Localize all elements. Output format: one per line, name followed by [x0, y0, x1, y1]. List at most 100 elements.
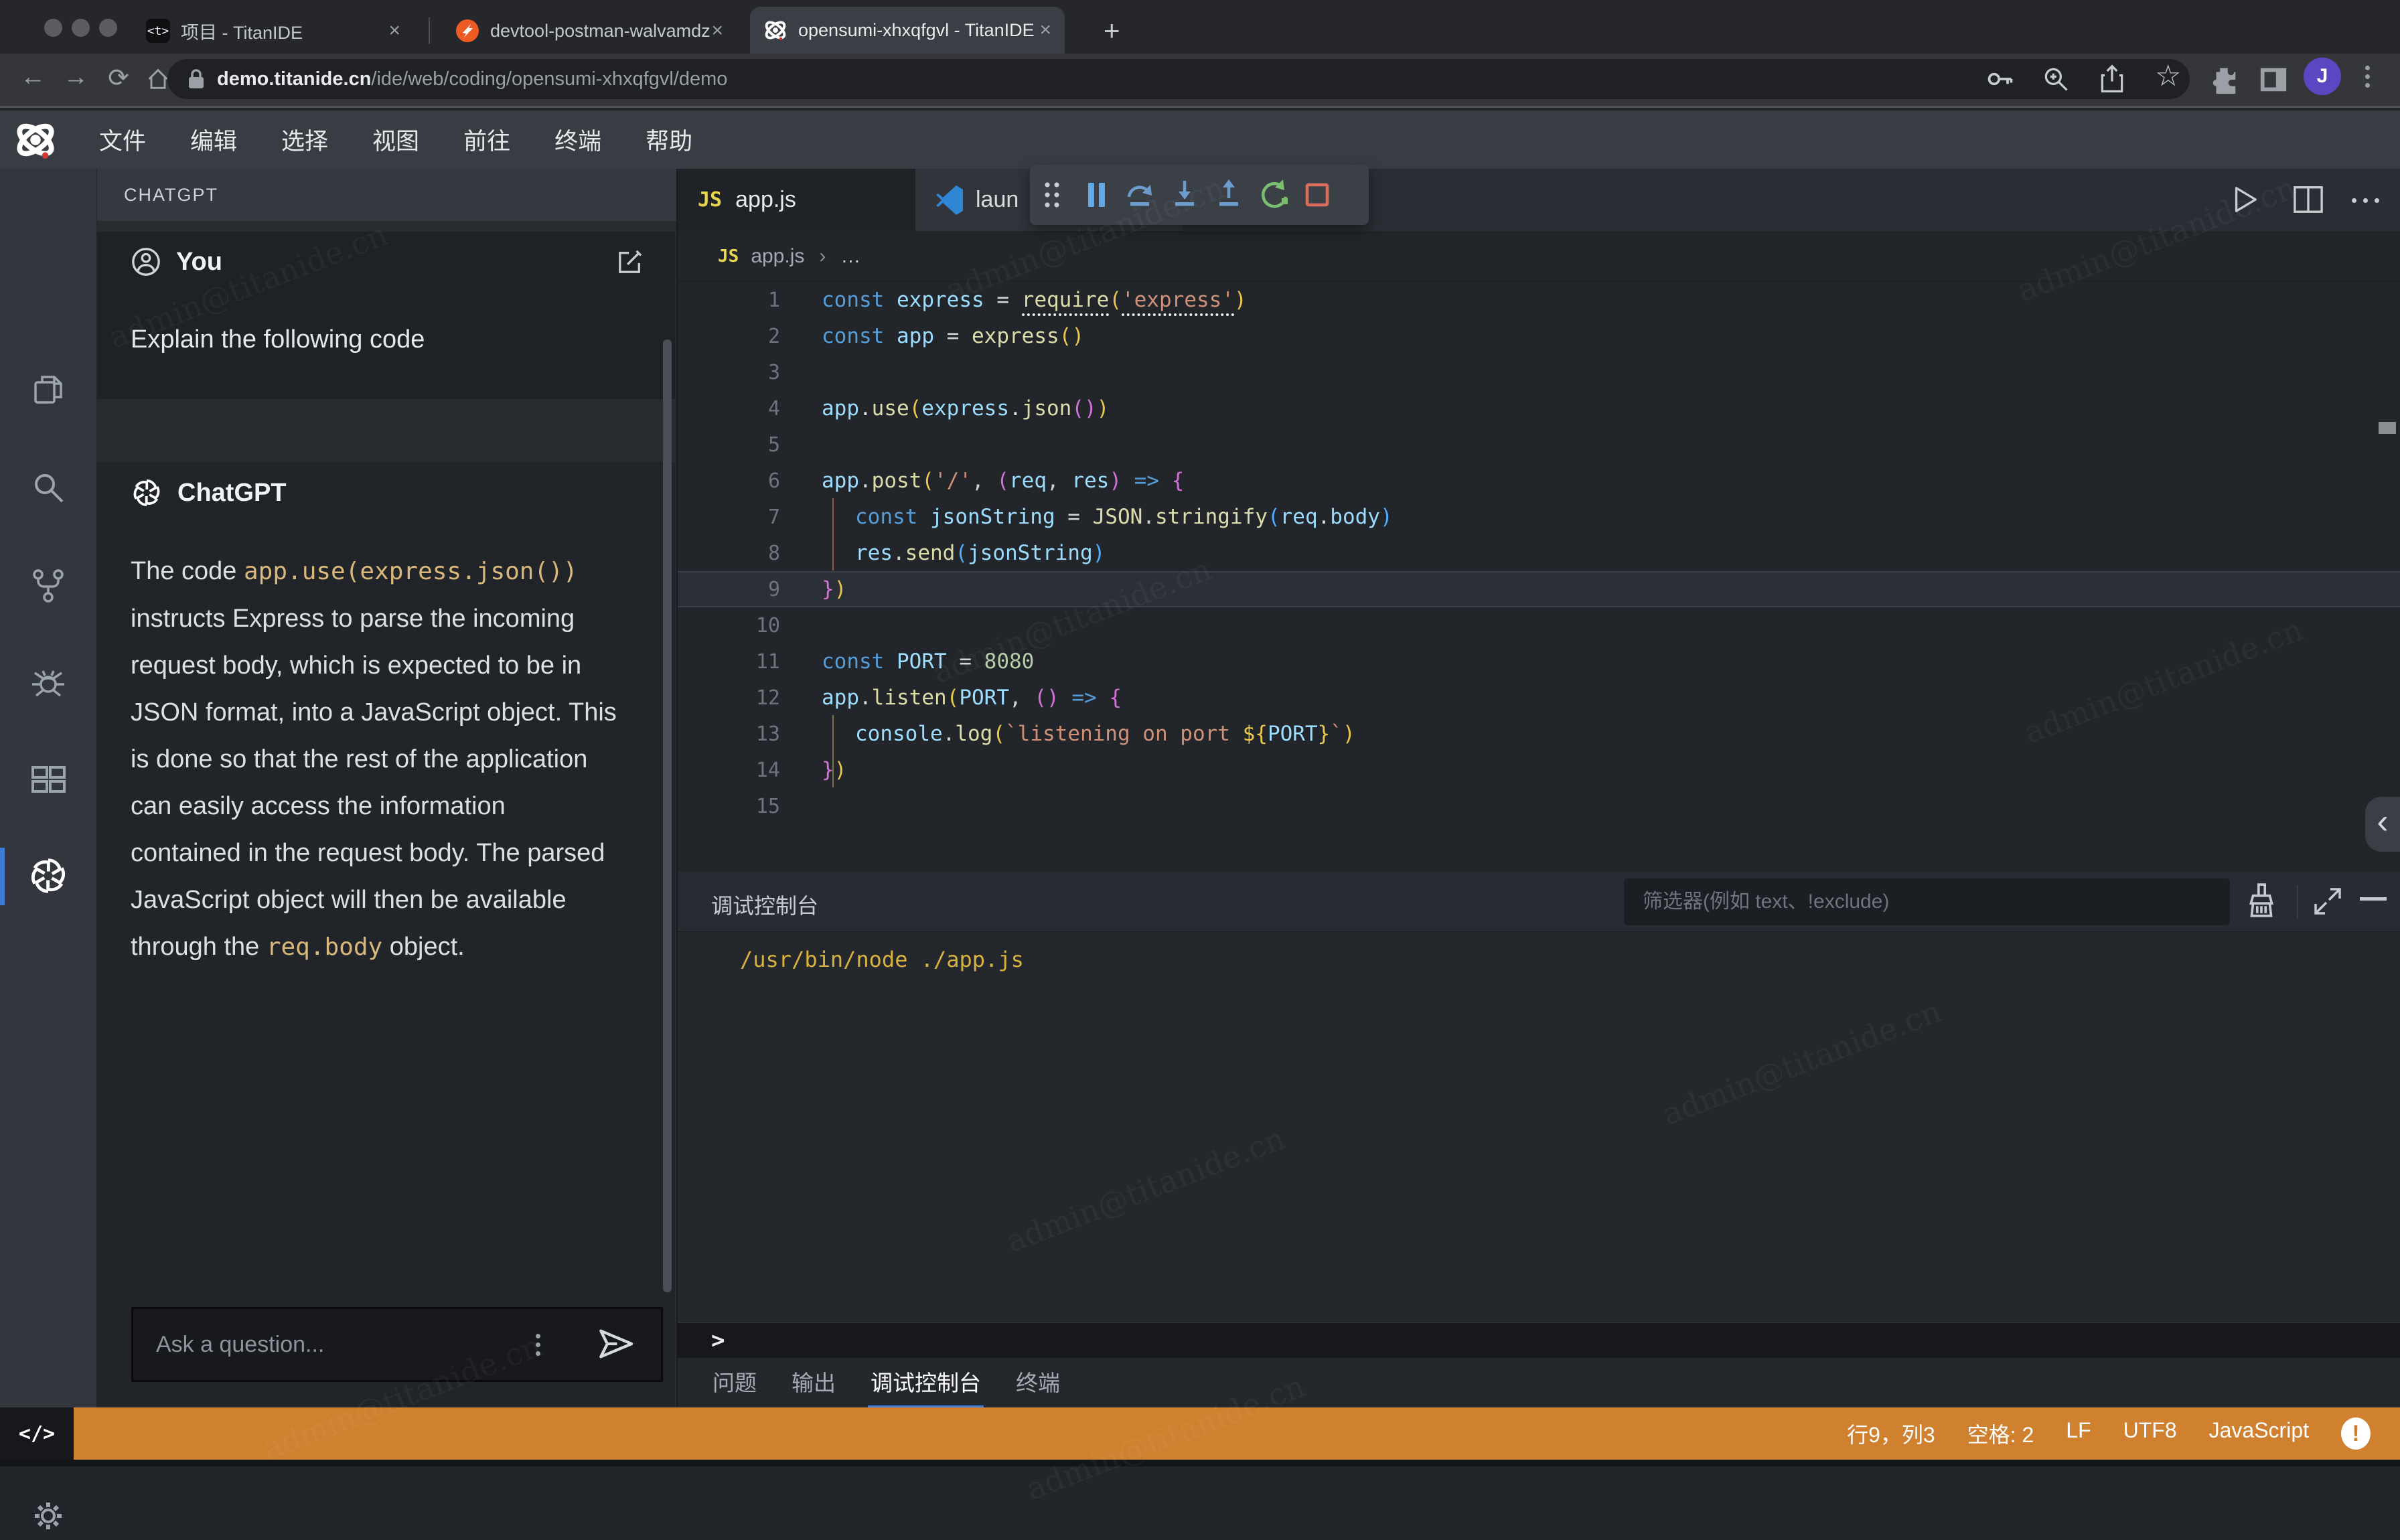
zoom-search-icon[interactable] [2041, 64, 2071, 94]
back-icon[interactable]: ← [16, 63, 50, 92]
explorer-files-icon[interactable] [24, 366, 72, 414]
debug-repl-row[interactable]: > [678, 1322, 2400, 1358]
panel-tab-problems[interactable]: 问题 [712, 1356, 757, 1409]
code-line[interactable]: 5 [678, 427, 2400, 463]
code-line[interactable]: 1const express = require('express') [678, 282, 2400, 318]
tab-close-icon[interactable]: × [388, 19, 400, 42]
avatar[interactable]: J [2304, 58, 2341, 95]
menu-item-selection[interactable]: 选择 [281, 123, 328, 157]
browser-tab-2[interactable]: devtool-postman-walvamdz - T × [442, 8, 737, 54]
debug-step-out-icon[interactable] [1207, 173, 1251, 217]
reload-icon[interactable]: ⟳ [102, 63, 135, 93]
browser-menu-kebab-icon[interactable] [2365, 62, 2370, 92]
warning-icon[interactable]: ! [2341, 1417, 2371, 1450]
menu-item-go[interactable]: 前往 [463, 123, 510, 157]
code-line[interactable]: 9}) [678, 571, 2400, 607]
edit-message-icon[interactable] [617, 249, 643, 275]
panel-tab-debug-console[interactable]: 调试控制台 [871, 1356, 981, 1409]
code-line[interactable]: 14}) [678, 752, 2400, 788]
toolbar-drag-handle[interactable] [1030, 173, 1074, 217]
url-path: /ide/web/coding/opensumi-xhxqfgvl/demo [371, 68, 727, 90]
extensions-puzzle-icon[interactable] [2208, 64, 2239, 95]
code-line[interactable]: 3 [678, 354, 2400, 390]
code-line[interactable]: 7 const jsonString = JSON.stringify(req.… [678, 499, 2400, 535]
menu-item-file[interactable]: 文件 [99, 123, 146, 157]
extensions-icon[interactable] [24, 755, 72, 803]
chat-scrollbar-thumb[interactable] [663, 339, 672, 1292]
code-line[interactable]: 2const app = express() [678, 318, 2400, 354]
code-block-icon[interactable]: </> [0, 1407, 74, 1460]
chatgpt-logo-icon [131, 477, 163, 509]
code-line[interactable]: 4app.use(express.json()) [678, 390, 2400, 427]
code-line[interactable]: 12app.listen(PORT, () => { [678, 680, 2400, 716]
browser-tab-title: opensumi-xhxqfgvl - TitanIDE [798, 20, 1035, 41]
code-line[interactable]: 8 res.send(jsonString) [678, 535, 2400, 571]
line-number: 6 [678, 469, 822, 493]
bookmark-star-icon[interactable]: ☆ [2155, 59, 2181, 93]
ask-question-input[interactable] [156, 1332, 518, 1358]
editor-scrollbar-thumb[interactable] [2379, 422, 2396, 434]
minimize-panel-icon[interactable] [2360, 897, 2387, 903]
panel-tab-output[interactable]: 输出 [792, 1356, 836, 1409]
code-line[interactable]: 6app.post('/', (req, res) => { [678, 463, 2400, 499]
code-text: const PORT = 8080 [822, 649, 1034, 674]
browser-tab-1[interactable]: <t> 项目 - TitanIDE × [133, 8, 414, 54]
line-number: 3 [678, 361, 822, 384]
clear-console-icon[interactable] [2245, 882, 2278, 919]
chatgpt-icon[interactable] [24, 852, 72, 900]
code-text: const app = express() [822, 324, 1084, 348]
status-cursor-position[interactable]: 行9，列3 [1847, 1418, 1935, 1449]
forward-icon[interactable]: → [59, 63, 92, 92]
debug-stop-icon[interactable] [1295, 173, 1339, 217]
settings-gear-icon[interactable] [24, 1492, 72, 1540]
debug-bug-icon[interactable] [24, 659, 72, 707]
breadcrumb[interactable]: JS app.js › … [678, 231, 2400, 282]
send-icon[interactable] [596, 1324, 635, 1363]
input-kebab-icon[interactable] [536, 1330, 540, 1360]
code-text: app.use(express.json()) [822, 396, 1109, 420]
window-zoom-button[interactable] [99, 19, 117, 37]
code-line[interactable]: 13 console.log(`listening on port ${PORT… [678, 716, 2400, 752]
tab-close-icon[interactable]: × [1039, 19, 1051, 42]
address-bar[interactable]: demo.titanide.cn/ide/web/coding/opensumi… [167, 59, 2190, 99]
code-line[interactable]: 11const PORT = 8080 [678, 643, 2400, 680]
new-tab-button[interactable]: + [1104, 15, 1120, 47]
ask-question-box [131, 1307, 663, 1382]
window-minimize-button[interactable] [72, 19, 90, 37]
share-icon[interactable] [2097, 64, 2127, 94]
debug-step-over-icon[interactable] [1118, 173, 1162, 217]
debug-toolbar [1030, 165, 1369, 225]
run-icon[interactable] [2230, 185, 2259, 214]
panel-tab-bar: 问题输出调试控制台终端 [678, 1358, 2400, 1407]
code-editor[interactable]: 1const express = require('express')2cons… [678, 282, 2400, 872]
menu-item-help[interactable]: 帮助 [646, 123, 692, 157]
maximize-panel-icon[interactable] [2312, 885, 2344, 917]
window-controls[interactable] [44, 19, 127, 40]
source-control-icon[interactable] [24, 561, 72, 609]
panel-tab-terminal[interactable]: 终端 [1016, 1356, 1060, 1409]
debug-step-into-icon[interactable] [1162, 173, 1207, 217]
window-close-button[interactable] [44, 19, 62, 37]
split-editor-icon[interactable] [2293, 185, 2324, 214]
status-eol-sequence[interactable]: LF [2066, 1418, 2091, 1449]
menu-item-terminal[interactable]: 终端 [554, 123, 601, 157]
status-language-mode[interactable]: JavaScript [2209, 1418, 2309, 1449]
password-key-icon[interactable] [1985, 64, 2015, 94]
tab-close-icon[interactable]: × [711, 19, 723, 42]
console-filter-input[interactable] [1643, 891, 2205, 913]
menu-item-view[interactable]: 视图 [372, 123, 419, 157]
editor-tab-appjs[interactable]: JS app.js [678, 169, 915, 231]
code-line[interactable]: 10 [678, 607, 2400, 643]
url-text: demo.titanide.cn/ide/web/coding/opensumi… [217, 68, 727, 90]
status-indentation[interactable]: 空格: 2 [1967, 1418, 2034, 1449]
code-line[interactable]: 15 [678, 788, 2400, 824]
browser-tab-3-active[interactable]: opensumi-xhxqfgvl - TitanIDE × [750, 7, 1065, 54]
debug-restart-icon[interactable] [1251, 173, 1295, 217]
sidebar-panel-icon[interactable] [2258, 64, 2289, 95]
editor-more-actions-icon[interactable] [2352, 198, 2379, 203]
status-encoding[interactable]: UTF8 [2123, 1418, 2177, 1449]
debug-pause-icon[interactable] [1074, 173, 1118, 217]
collapse-panel-chevron[interactable]: ‹ [2365, 797, 2400, 852]
menu-item-edit[interactable]: 编辑 [190, 123, 237, 157]
search-icon[interactable] [24, 463, 72, 512]
